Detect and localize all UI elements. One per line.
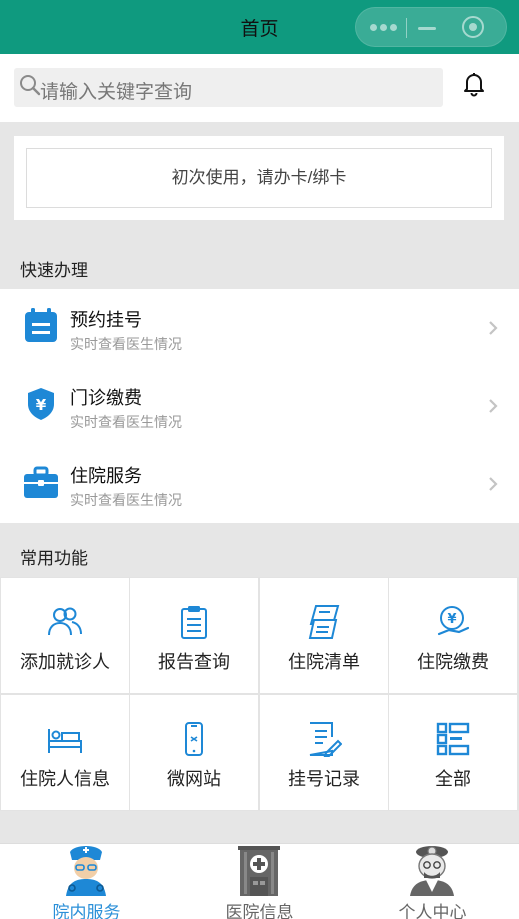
quick-item-subtitle: 实时查看医生情况 [70,336,182,352]
mini-program-capsule [355,7,507,47]
bottom-tab-bar: 院内服务 医院信息 个人中心 [0,843,519,919]
quick-list: 预约挂号 实时查看医生情况 ¥ 门诊缴费 实时查看医生情况 住院服务 实时查看医… [0,289,519,523]
all-grid-icon [436,722,470,756]
function-grid: 添加就诊人 报告查询 住院清单 ¥ 住院缴费 住院人信息 微网站 挂号记录 全部 [0,577,519,811]
tab-hospital-info[interactable]: 医院信息 [173,844,346,919]
clipboard-report-icon [181,606,207,639]
quick-item-outpatient-payment[interactable]: ¥ 门诊缴费 实时查看医生情况 [0,367,519,445]
add-patient-icon [48,607,82,636]
chevron-right-icon [489,321,498,335]
svg-text:¥: ¥ [447,612,456,627]
quick-item-title: 门诊缴费 [70,388,142,408]
card-binding-panel: 初次使用，请办卡/绑卡 [14,136,504,220]
grid-item-micro-site[interactable]: 微网站 [130,695,258,810]
tab-label: 院内服务 [52,903,121,919]
grid-item-add-patient[interactable]: 添加就诊人 [1,578,129,693]
grid-item-inpatient-list[interactable]: 住院清单 [260,578,388,693]
grid-item-registration-record[interactable]: 挂号记录 [260,695,388,810]
tab-label: 个人中心 [398,903,467,919]
capsule-divider [406,18,407,38]
grid-item-label: 添加就诊人 [20,652,110,672]
registration-record-icon [309,722,342,757]
bind-card-button[interactable]: 初次使用，请办卡/绑卡 [26,148,492,208]
quick-item-inpatient-service[interactable]: 住院服务 实时查看医生情况 [0,445,519,523]
svg-text:¥: ¥ [36,396,47,414]
bell-icon[interactable] [460,70,488,98]
quick-item-subtitle: 实时查看医生情况 [70,414,182,430]
grid-item-inpatient-info[interactable]: 住院人信息 [1,695,129,810]
more-icon[interactable] [370,24,397,32]
tab-label: 医院信息 [225,903,294,919]
grid-item-report-query[interactable]: 报告查询 [130,578,258,693]
yuan-shield-icon: ¥ [28,388,54,420]
quick-section-title: 快速办理 [20,261,88,280]
hospital-building-icon [238,846,280,896]
tab-hospital-services[interactable]: 院内服务 [0,844,173,919]
search-bar: 请输入关键字查询 [0,54,519,122]
grid-item-all[interactable]: 全部 [389,695,517,810]
nurse-icon [66,846,106,896]
grid-item-label: 全部 [435,769,471,789]
search-placeholder: 请输入关键字查询 [40,82,193,103]
grid-item-inpatient-payment[interactable]: ¥ 住院缴费 [389,578,517,693]
inpatient-list-icon [308,605,340,639]
grid-item-label: 住院清单 [288,652,360,672]
hospital-bed-icon [48,729,82,753]
briefcase-icon [24,466,58,498]
grid-item-label: 住院缴费 [417,652,489,672]
grid-item-label: 住院人信息 [20,769,110,789]
mobile-site-icon [185,722,203,756]
grid-item-label: 报告查询 [158,652,230,672]
grid-item-label: 挂号记录 [288,769,360,789]
search-icon [20,75,41,96]
grid-item-label: 微网站 [167,769,221,789]
quick-item-appointment[interactable]: 预约挂号 实时查看医生情况 [0,289,519,367]
close-target-icon[interactable] [462,16,484,38]
doctor-icon [410,846,454,896]
calendar-icon [25,308,57,342]
chevron-right-icon [489,399,498,413]
navigation-bar: 首页 [0,0,519,54]
quick-item-title: 预约挂号 [70,310,142,330]
quick-item-subtitle: 实时查看医生情况 [70,492,182,508]
chevron-right-icon [489,477,498,491]
common-section-title: 常用功能 [20,549,88,568]
tab-personal-center[interactable]: 个人中心 [346,844,519,919]
search-input[interactable]: 请输入关键字查询 [14,68,443,107]
minimize-icon[interactable] [418,27,436,30]
inpatient-payment-icon: ¥ [437,606,470,636]
quick-item-title: 住院服务 [70,466,142,486]
